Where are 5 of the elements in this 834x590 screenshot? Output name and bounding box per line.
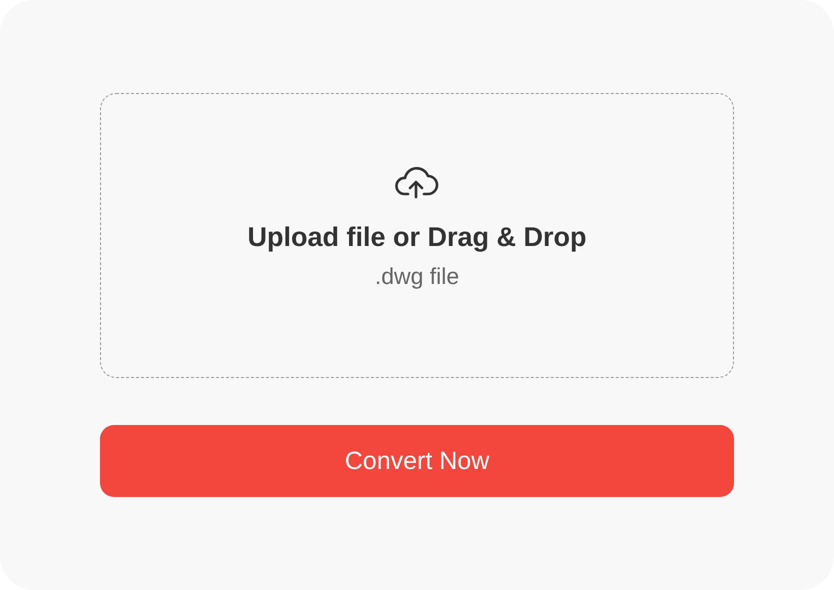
convert-button[interactable]: Convert Now bbox=[100, 425, 734, 497]
cloud-upload-icon bbox=[394, 164, 440, 200]
file-type-hint: .dwg file bbox=[374, 263, 460, 290]
upload-title: Upload file or Drag & Drop bbox=[247, 222, 587, 253]
upload-dropzone[interactable]: Upload file or Drag & Drop .dwg file bbox=[100, 93, 734, 378]
